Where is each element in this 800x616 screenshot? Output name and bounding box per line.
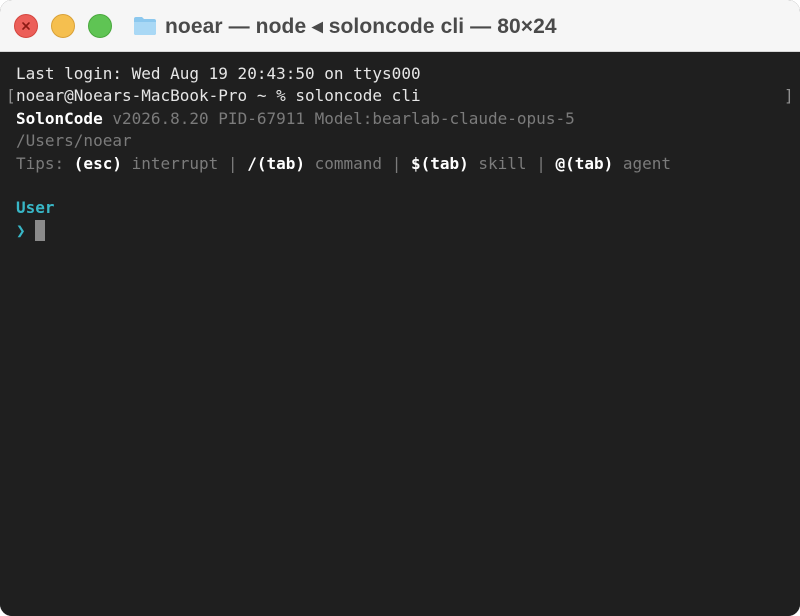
tip-desc-agent: agent: [613, 154, 672, 173]
selection-bracket-left: [: [6, 86, 16, 105]
tip-key-command: /(tab): [247, 154, 305, 173]
tip-separator: |: [382, 154, 411, 173]
user-label: User: [16, 198, 55, 217]
tip-desc-interrupt: interrupt: [121, 154, 219, 173]
cwd-line: /Users/noear: [16, 131, 132, 150]
app-name: SolonCode: [16, 109, 103, 128]
window-title: noear — node ◂ soloncode cli — 80×24: [165, 14, 557, 38]
terminal-window: noear — node ◂ soloncode cli — 80×24 Las…: [0, 0, 800, 616]
selection-bracket-right: ]: [784, 86, 794, 105]
tip-key-agent: @(tab): [555, 154, 614, 173]
title-bar: noear — node ◂ soloncode cli — 80×24: [0, 0, 800, 52]
tip-separator: |: [526, 154, 556, 173]
tip-key-skill: $(tab): [410, 154, 469, 173]
tip-desc-command: command: [305, 154, 383, 173]
tip-separator: |: [218, 154, 248, 173]
window-title-group: noear — node ◂ soloncode cli — 80×24: [133, 12, 557, 40]
close-icon: [15, 15, 37, 37]
tip-desc-skill: skill: [468, 154, 527, 173]
command-prompt-line: noear@Noears-MacBook-Pro ~ % soloncode c…: [16, 86, 421, 105]
minimize-button[interactable]: [51, 14, 75, 38]
app-version-info: v2026.8.20 PID-67911 Model:bearlab-claud…: [102, 109, 575, 128]
last-login-line: Last login: Wed Aug 19 20:43:50 on ttys0…: [16, 64, 421, 83]
app-info-line: SolonCode v2026.8.20 PID-67911 Model:bea…: [16, 108, 575, 130]
tips-label: Tips:: [16, 154, 74, 173]
close-button[interactable]: [14, 14, 38, 38]
tips-line: Tips: (esc) interrupt | /(tab) command |…: [16, 153, 671, 175]
zoom-button[interactable]: [88, 14, 112, 38]
terminal-cursor[interactable]: [35, 220, 45, 241]
input-prompt-icon: ❯: [16, 221, 26, 240]
folder-icon: [134, 17, 156, 35]
tip-key-esc: (esc): [73, 154, 122, 173]
terminal-content[interactable]: Last login: Wed Aug 19 20:43:50 on ttys0…: [0, 52, 800, 616]
